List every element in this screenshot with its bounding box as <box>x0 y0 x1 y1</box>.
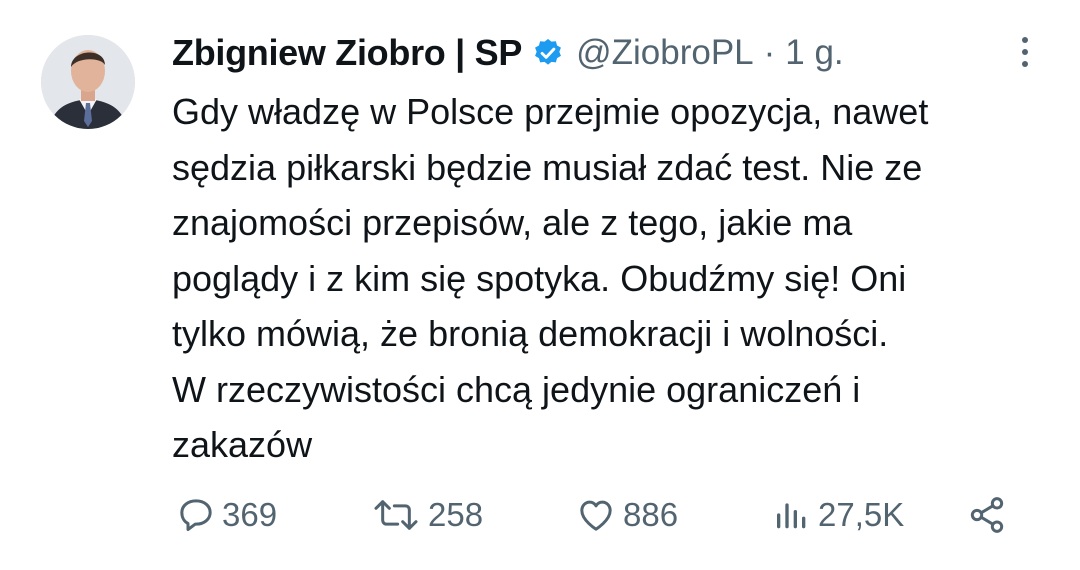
share-icon <box>967 495 1007 535</box>
repost-count: 258 <box>428 496 484 533</box>
tweet-header: Zbigniew Ziobro | SP @ZiobroPL · 1 g. <box>172 30 844 76</box>
reply-count: 369 <box>222 496 278 533</box>
views-icon <box>772 495 812 535</box>
avatar[interactable] <box>41 35 135 129</box>
author-name[interactable]: Zbigniew Ziobro | SP <box>172 32 522 74</box>
heart-icon <box>575 495 617 535</box>
views-count: 27,5K <box>818 496 905 533</box>
verified-badge-icon <box>532 37 564 69</box>
like-button[interactable]: 886 <box>575 490 678 540</box>
tweet-timestamp[interactable]: 1 g. <box>785 33 843 73</box>
tweet-actions: 369 258 886 27,5K <box>172 490 1022 540</box>
tweet-text: Gdy władzę w Polsce przejmie opozycja, n… <box>172 91 929 465</box>
views-button[interactable]: 27,5K <box>772 490 904 540</box>
reply-icon <box>176 495 216 535</box>
tweet-card: Zbigniew Ziobro | SP @ZiobroPL · 1 g. Gd… <box>0 0 1080 570</box>
more-vertical-icon[interactable] <box>1015 34 1035 74</box>
header-separator: · <box>763 33 776 72</box>
repost-button[interactable]: 258 <box>370 490 483 540</box>
reply-button[interactable]: 369 <box>176 490 277 540</box>
author-handle[interactable]: @ZiobroPL <box>576 33 754 73</box>
share-button[interactable] <box>967 490 1007 540</box>
repost-icon <box>370 495 422 535</box>
like-count: 886 <box>623 496 679 533</box>
